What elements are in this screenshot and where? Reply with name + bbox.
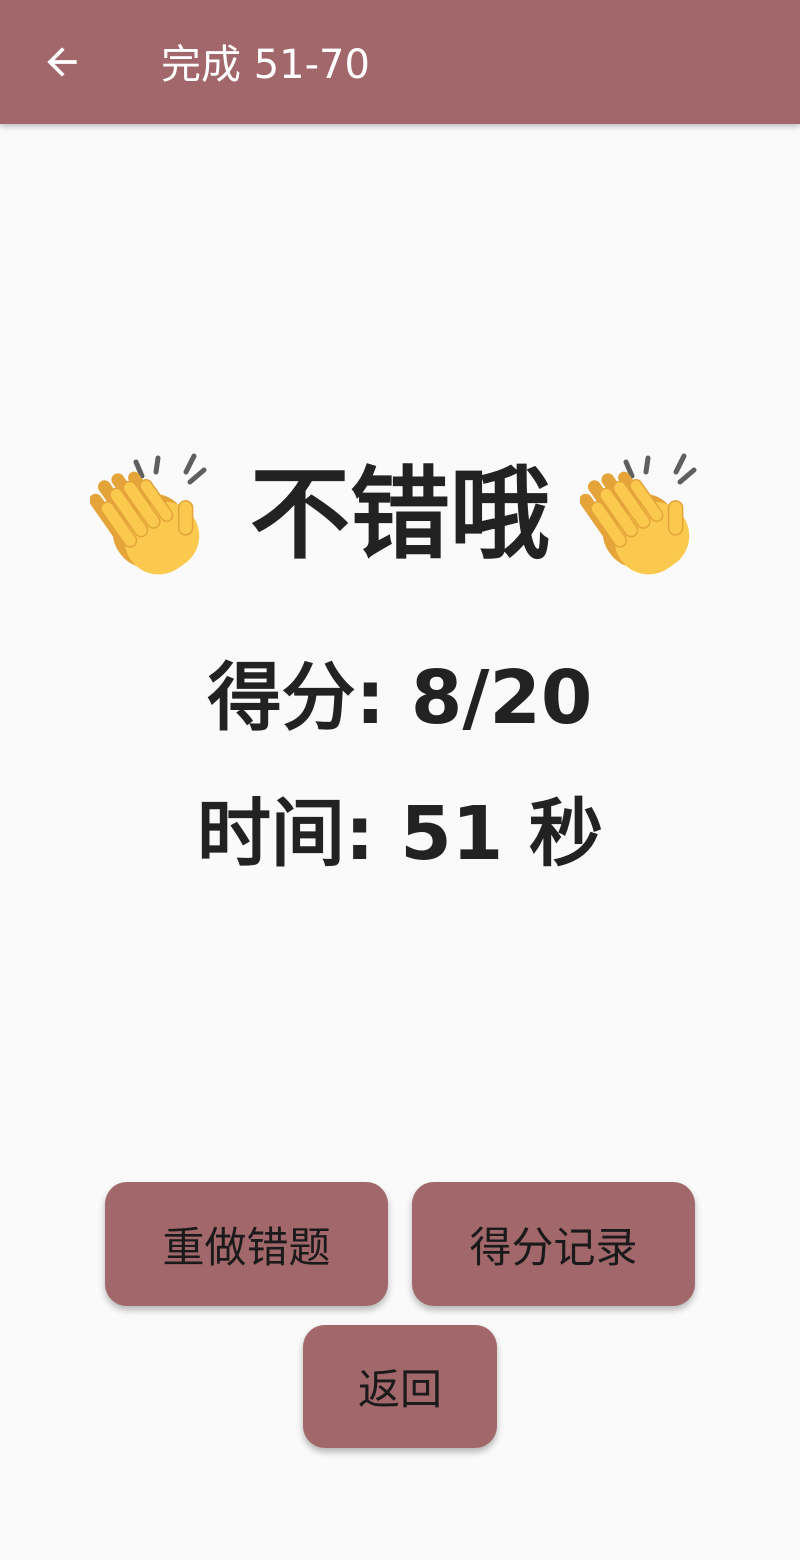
score-history-button[interactable]: 得分记录 xyxy=(412,1182,695,1306)
back-button[interactable] xyxy=(34,34,90,90)
clapping-hands-icon xyxy=(90,453,207,575)
app-bar: 完成 51-70 xyxy=(0,0,800,124)
clapping-hands-icon xyxy=(580,453,697,575)
time-text: 时间: 51 秒 xyxy=(196,791,604,877)
page-title: 完成 51-70 xyxy=(161,42,370,88)
result-headline: 不错哦 xyxy=(0,440,800,590)
back-home-button[interactable]: 返回 xyxy=(303,1325,497,1448)
result-title: 不错哦 xyxy=(250,456,550,573)
arrow-left-icon xyxy=(47,47,77,77)
redo-wrong-button[interactable]: 重做错题 xyxy=(105,1182,388,1306)
score-text: 得分: 8/20 xyxy=(207,655,593,741)
